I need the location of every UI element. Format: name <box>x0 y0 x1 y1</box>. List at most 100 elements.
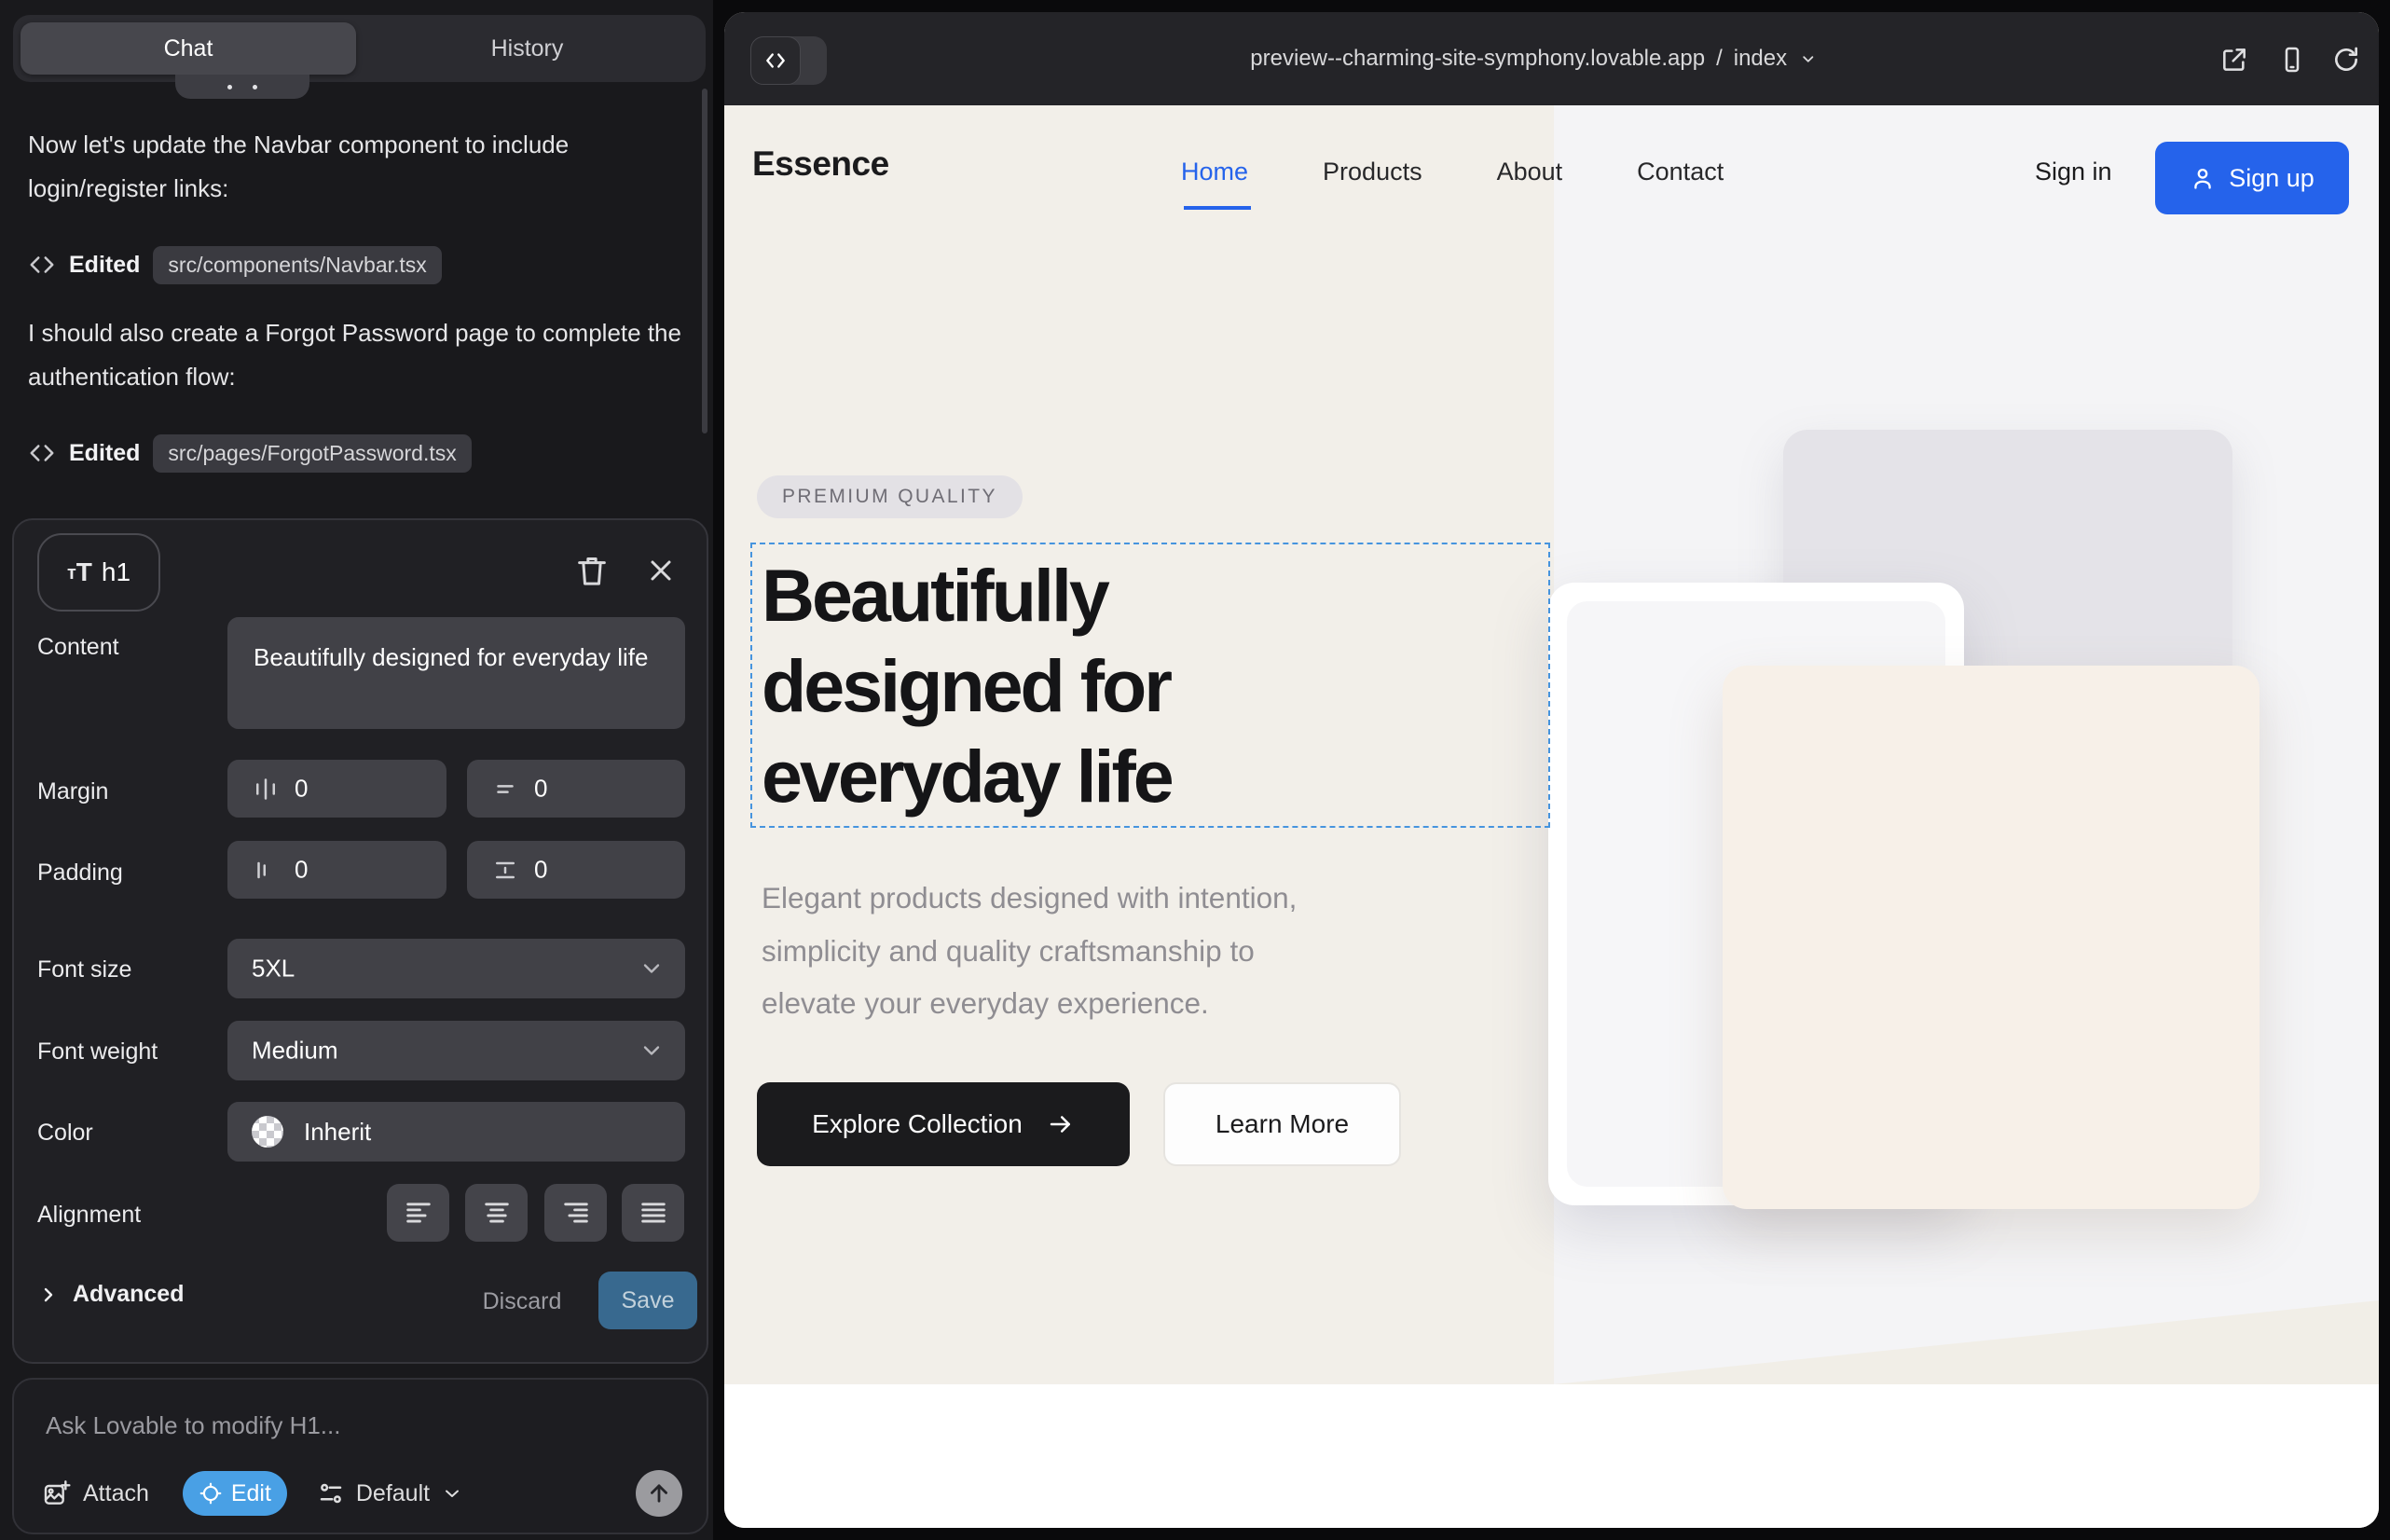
align-justify-icon <box>638 1197 669 1229</box>
content-input[interactable]: Beautifully designed for everyday life <box>227 617 685 729</box>
lovable-editor-screen: Chat History Now let's update the Navbar… <box>0 0 2390 1540</box>
alignment-label: Alignment <box>37 1202 141 1229</box>
composer-input[interactable]: Ask Lovable to modify H1... <box>46 1411 340 1440</box>
arrow-right-icon <box>1047 1110 1075 1138</box>
align-center-button[interactable] <box>465 1184 528 1242</box>
element-editor-panel: тT h1 Content Beautifully designed for e… <box>12 518 708 1364</box>
font-weight-select[interactable]: Medium <box>227 1021 685 1080</box>
margin-y-input[interactable]: 0 <box>467 760 685 818</box>
url-bar[interactable]: preview--charming-site-symphony.lovable.… <box>1250 12 1819 105</box>
active-nav-underline <box>1184 206 1251 210</box>
padding-label: Padding <box>37 859 123 887</box>
code-view-segment[interactable] <box>750 36 801 85</box>
section-below-hero <box>724 1384 2379 1528</box>
color-label: Color <box>37 1120 93 1147</box>
arrow-up-icon <box>646 1480 672 1506</box>
nav-link-home[interactable]: Home <box>1181 158 1248 186</box>
code-icon <box>763 48 788 73</box>
scroll-overflow-pill[interactable] <box>175 75 309 99</box>
font-size-label: Font size <box>37 956 131 983</box>
color-select[interactable]: Inherit <box>227 1102 685 1162</box>
edit-mode-pill[interactable]: Edit <box>183 1471 287 1516</box>
open-external-button[interactable] <box>2219 45 2249 75</box>
padding-vertical-icon <box>491 856 519 884</box>
sign-up-label: Sign up <box>2229 164 2314 193</box>
quality-badge: PREMIUM QUALITY <box>757 475 1023 518</box>
align-left-button[interactable] <box>387 1184 449 1242</box>
edited-file-row: Edited src/components/Navbar.tsx <box>28 242 442 287</box>
delete-element-button[interactable] <box>573 552 611 589</box>
file-chip[interactable]: src/components/Navbar.tsx <box>153 246 441 284</box>
padding-horizontal-icon <box>252 856 280 884</box>
close-panel-icon[interactable] <box>644 554 678 587</box>
margin-x-input[interactable]: 0 <box>227 760 446 818</box>
tab-history[interactable]: History <box>356 22 698 75</box>
chevron-down-icon <box>1798 48 1819 69</box>
save-button[interactable]: Save <box>598 1272 697 1329</box>
margin-label: Margin <box>37 778 108 805</box>
edited-label: Edited <box>69 252 140 279</box>
decorative-card-beige <box>1723 666 2260 1209</box>
padding-y-input[interactable]: 0 <box>467 841 685 899</box>
explore-collection-button[interactable]: Explore Collection <box>757 1082 1130 1166</box>
nav-link-products[interactable]: Products <box>1323 158 1422 186</box>
composer-toolbar: Attach Edit Default <box>42 1469 682 1518</box>
chevron-down-icon <box>639 956 665 982</box>
mobile-view-button[interactable] <box>2277 45 2307 75</box>
chevron-right-icon <box>37 1284 60 1306</box>
align-right-icon <box>560 1197 592 1229</box>
refresh-button[interactable] <box>2331 45 2361 75</box>
font-weight-label: Font weight <box>37 1038 158 1066</box>
site-viewport: Essence Home Products About Contact Sign… <box>724 105 2379 1528</box>
sliders-icon <box>317 1479 345 1507</box>
site-nav: Home Products About Contact <box>1181 158 1724 186</box>
target-icon <box>199 1481 223 1506</box>
discard-button[interactable]: Discard <box>471 1281 573 1322</box>
path-separator: / <box>1716 46 1723 72</box>
align-justify-button[interactable] <box>622 1184 684 1242</box>
preview-browser-window: preview--charming-site-symphony.lovable.… <box>724 12 2379 1528</box>
edit-mode-label: Edit <box>231 1480 271 1507</box>
edited-file-row: Edited src/pages/ForgotPassword.tsx <box>28 431 472 475</box>
font-size-select[interactable]: 5XL <box>227 939 685 998</box>
send-button[interactable] <box>636 1470 682 1517</box>
user-icon <box>2190 165 2216 191</box>
margin-horizontal-icon <box>252 775 280 803</box>
preview-host: preview--charming-site-symphony.lovable.… <box>1250 46 1705 72</box>
model-selector[interactable]: Default <box>317 1479 463 1507</box>
code-icon <box>28 251 56 279</box>
content-label: Content <box>37 634 119 661</box>
file-chip[interactable]: src/pages/ForgotPassword.tsx <box>153 434 471 473</box>
sign-in-link[interactable]: Sign in <box>2035 158 2112 186</box>
learn-more-button[interactable]: Learn More <box>1163 1082 1401 1166</box>
browser-chrome: preview--charming-site-symphony.lovable.… <box>724 12 2379 105</box>
element-tag: h1 <box>102 557 130 587</box>
smartphone-icon <box>2277 45 2307 75</box>
external-link-icon <box>2219 45 2249 75</box>
nav-link-contact[interactable]: Contact <box>1637 158 1724 186</box>
nav-link-about[interactable]: About <box>1497 158 1563 186</box>
assistant-message: I should also create a Forgot Password p… <box>28 311 685 399</box>
margin-vertical-icon <box>491 775 519 803</box>
hero-subtext: Elegant products designed with intention… <box>762 872 1297 1030</box>
attach-button[interactable]: Attach <box>42 1478 149 1508</box>
preview-page: index <box>1734 46 1787 72</box>
chat-sidebar: Chat History Now let's update the Navbar… <box>0 0 713 1540</box>
chat-composer[interactable]: Ask Lovable to modify H1... Attach Edit … <box>12 1378 708 1534</box>
attach-label: Attach <box>83 1480 149 1507</box>
sign-up-button[interactable]: Sign up <box>2155 142 2349 214</box>
align-left-icon <box>403 1197 434 1229</box>
align-right-button[interactable] <box>544 1184 607 1242</box>
refresh-icon <box>2331 45 2361 75</box>
sidebar-scrollbar[interactable] <box>702 89 707 433</box>
hero-headline[interactable]: Beautifully designed for everyday life <box>762 550 1172 821</box>
tab-chat[interactable]: Chat <box>21 22 356 75</box>
site-logo[interactable]: Essence <box>752 144 889 184</box>
code-preview-toggle[interactable] <box>750 36 827 85</box>
padding-x-input[interactable]: 0 <box>227 841 446 899</box>
chevron-down-icon <box>639 1038 665 1064</box>
assistant-message: Now let's update the Navbar component to… <box>28 123 685 211</box>
advanced-toggle[interactable]: Advanced <box>37 1281 184 1308</box>
image-plus-icon <box>42 1478 72 1508</box>
tab-history-label: History <box>491 35 564 62</box>
